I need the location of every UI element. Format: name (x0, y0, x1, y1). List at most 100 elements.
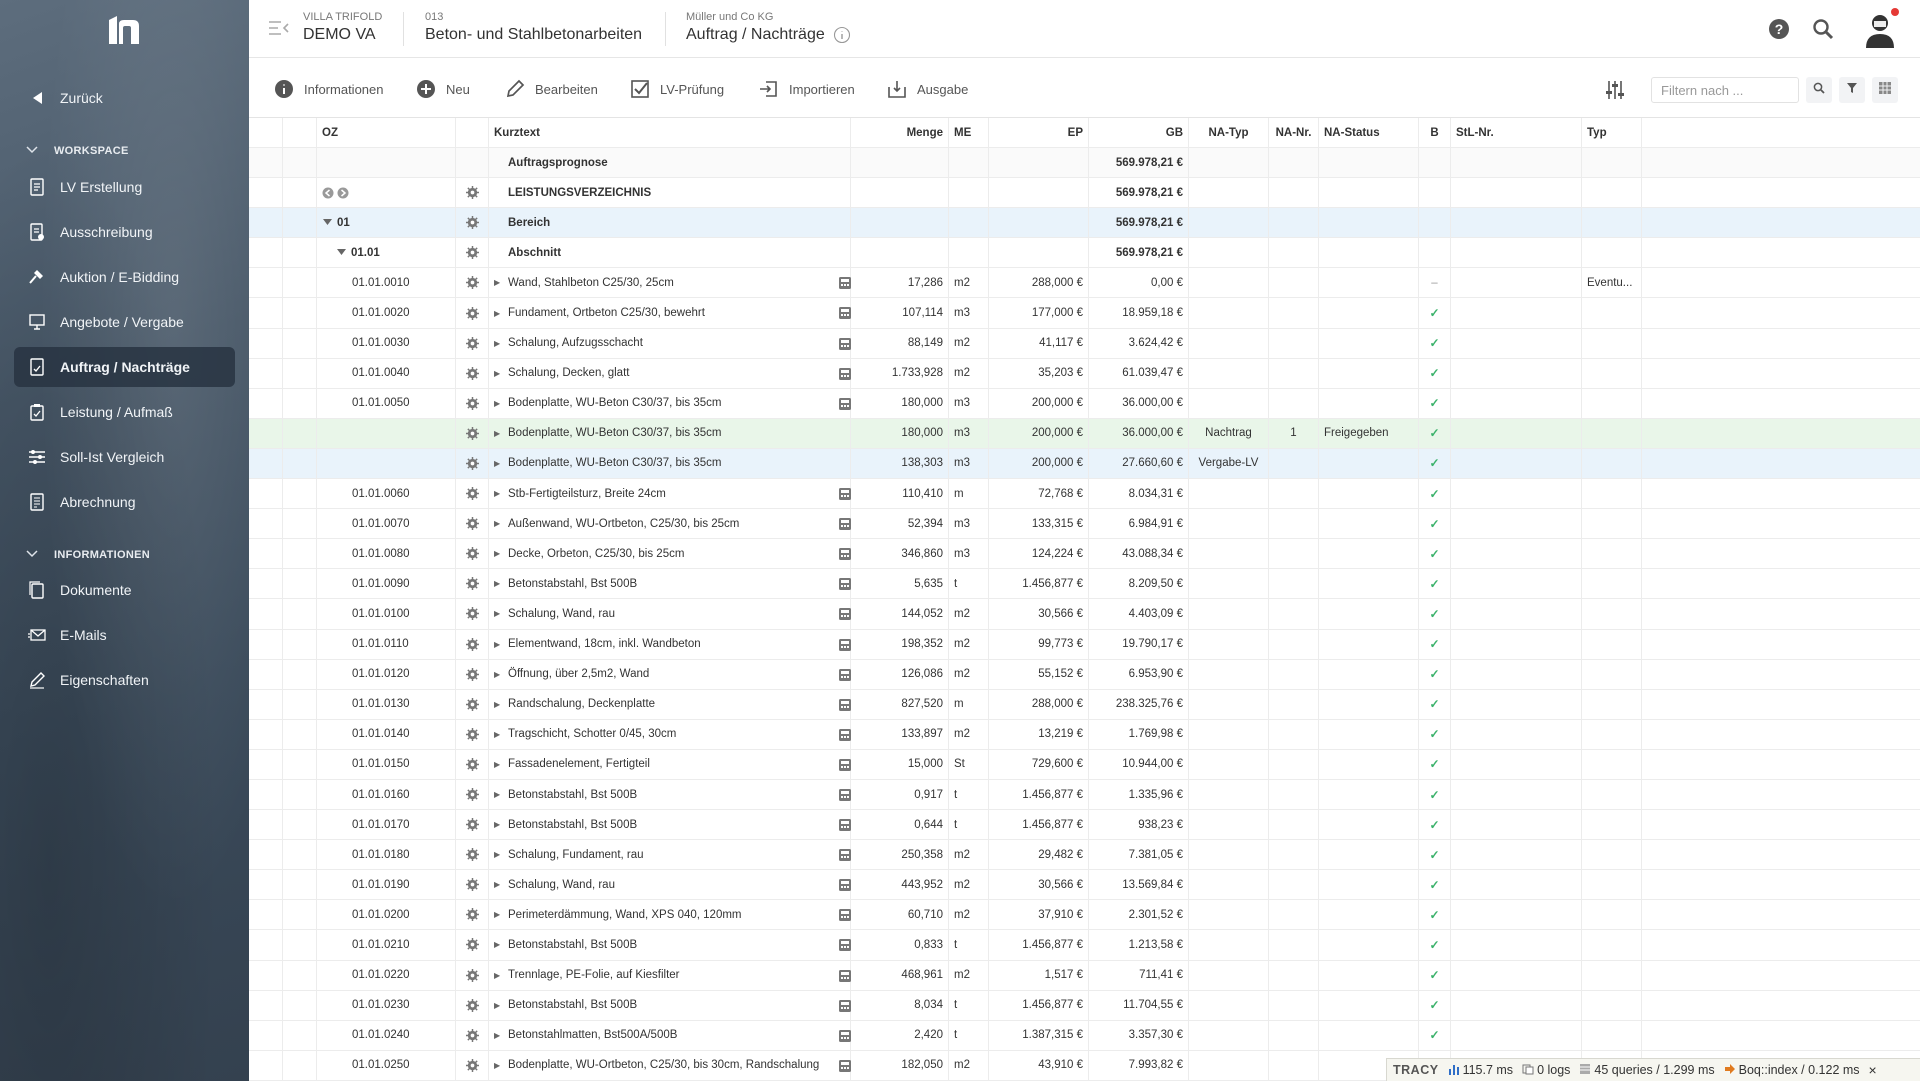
kurztext-cell[interactable]: ▶ Betonstabstahl, Bst 500B (489, 569, 851, 599)
oz-cell[interactable]: 01 (317, 208, 456, 238)
ep-cell[interactable]: 133,315 € (989, 509, 1089, 539)
natyp-cell[interactable] (1189, 1020, 1269, 1050)
calculator-icon[interactable] (838, 367, 852, 384)
row-actions-cell[interactable] (456, 328, 489, 358)
oz-cell[interactable]: 01.01.0020 (317, 298, 456, 328)
row-expand-cell[interactable] (283, 479, 317, 509)
gb-cell[interactable]: 711,41 € (1089, 960, 1189, 990)
header-oz[interactable]: OZ (317, 118, 456, 147)
table-row[interactable]: 01.01.0110 ▶ Elementwand, 18cm, inkl. Wand… (249, 629, 1920, 660)
table-row[interactable]: 01.01.0070 ▶ Außenwand, WU-Ortbeton, C25/3… (249, 509, 1920, 540)
expand-row-icon[interactable]: ▶ (494, 880, 502, 889)
oz-cell[interactable]: 01.01.0060 (317, 479, 456, 509)
nanr-cell[interactable] (1269, 960, 1319, 990)
row-expand-cell[interactable] (283, 930, 317, 960)
oz-cell[interactable]: 01.01.0210 (317, 930, 456, 960)
sidebar-item-eigenschaften[interactable]: Eigenschaften (14, 660, 235, 700)
stlnr-cell[interactable] (1451, 689, 1582, 719)
row-actions-cell[interactable] (456, 178, 489, 208)
ep-cell[interactable]: 1.456,877 € (989, 569, 1089, 599)
expand-row-icon[interactable]: ▶ (494, 369, 502, 378)
typ-cell[interactable] (1582, 358, 1642, 388)
me-cell[interactable] (949, 208, 989, 238)
kurztext-cell[interactable]: ▶ Tragschicht, Schotter 0/45, 30cm (489, 719, 851, 749)
gb-cell[interactable]: 11.704,55 € (1089, 990, 1189, 1020)
tracy-logs[interactable]: 0 logs (1522, 1063, 1570, 1078)
table-row-vergabe[interactable]: ▶ Bodenplatte, WU-Beton C30/37, bis 35cm 1… (249, 448, 1920, 480)
me-cell[interactable]: m2 (949, 629, 989, 659)
stlnr-cell[interactable] (1451, 900, 1582, 930)
informationen-button[interactable]: Informationen (273, 78, 384, 100)
b-cell[interactable]: ✓ (1419, 990, 1451, 1020)
row-actions-cell[interactable] (456, 388, 489, 418)
gb-cell[interactable]: 19.790,17 € (1089, 629, 1189, 659)
kurztext-cell[interactable]: ▶ Bodenplatte, WU-Beton C30/37, bis 35cm (489, 448, 851, 479)
nanr-cell[interactable] (1269, 990, 1319, 1020)
row-expand-cell[interactable] (283, 689, 317, 719)
nastatus-cell[interactable] (1319, 719, 1419, 749)
ep-cell[interactable]: 30,566 € (989, 870, 1089, 900)
row-expand-cell[interactable] (283, 960, 317, 990)
typ-cell[interactable] (1582, 479, 1642, 509)
typ-cell[interactable] (1582, 689, 1642, 719)
header-expand[interactable] (283, 118, 317, 147)
menge-cell[interactable]: 52,394 (851, 509, 949, 539)
row-expand-cell[interactable] (283, 629, 317, 659)
gb-cell[interactable]: 7.993,82 € (1089, 1050, 1189, 1080)
nanr-cell[interactable] (1269, 238, 1319, 268)
calculator-icon[interactable] (838, 848, 852, 865)
nanr-cell[interactable]: 1 (1269, 418, 1319, 448)
nanr-cell[interactable] (1269, 1020, 1319, 1050)
b-cell[interactable]: ✓ (1419, 719, 1451, 749)
natyp-cell[interactable] (1189, 298, 1269, 328)
table-row-sum[interactable]: Auftragsprognose 569.978,21 € (249, 148, 1920, 179)
row-expand-cell[interactable] (283, 870, 317, 900)
ep-cell[interactable]: 729,600 € (989, 749, 1089, 779)
b-cell[interactable]: ✓ (1419, 328, 1451, 358)
menge-cell[interactable] (851, 148, 949, 178)
nanr-cell[interactable] (1269, 208, 1319, 238)
ep-cell[interactable]: 37,910 € (989, 900, 1089, 930)
header-stlnr[interactable]: StL-Nr. (1451, 118, 1582, 147)
gear-icon[interactable] (465, 366, 479, 380)
typ-cell[interactable] (1582, 569, 1642, 599)
expand-row-icon[interactable]: ▶ (494, 700, 502, 709)
me-cell[interactable]: St (949, 749, 989, 779)
ep-cell[interactable]: 99,773 € (989, 629, 1089, 659)
expand-row-icon[interactable]: ▶ (494, 519, 502, 528)
gear-icon[interactable] (465, 607, 479, 621)
menge-cell[interactable]: 0,644 (851, 810, 949, 840)
typ-cell[interactable] (1582, 599, 1642, 629)
expand-row-icon[interactable]: ▶ (494, 1061, 502, 1070)
row-expand-cell[interactable] (283, 509, 317, 539)
natyp-cell[interactable] (1189, 719, 1269, 749)
gear-icon[interactable] (465, 547, 479, 561)
natyp-cell[interactable]: Vergabe-LV (1189, 448, 1269, 479)
stlnr-cell[interactable] (1451, 629, 1582, 659)
row-select-cell[interactable] (249, 418, 283, 448)
oz-cell[interactable] (317, 418, 456, 448)
ep-cell[interactable]: 1,517 € (989, 960, 1089, 990)
nastatus-cell[interactable] (1319, 840, 1419, 870)
header-nanr[interactable]: NA-Nr. (1269, 118, 1319, 147)
row-expand-cell[interactable] (283, 659, 317, 689)
kurztext-cell[interactable]: ▶ Betonstabstahl, Bst 500B (489, 779, 851, 810)
oz-cell[interactable]: 01.01.0100 (317, 599, 456, 629)
gear-icon[interactable] (465, 577, 479, 591)
ep-cell[interactable]: 1.387,315 € (989, 1020, 1089, 1050)
row-select-cell[interactable] (249, 810, 283, 840)
row-select-cell[interactable] (249, 659, 283, 689)
nastatus-cell[interactable] (1319, 900, 1419, 930)
ep-cell[interactable]: 72,768 € (989, 479, 1089, 509)
ep-cell[interactable]: 55,152 € (989, 659, 1089, 689)
sidebar-item-leistung[interactable]: Leistung / Aufmaß (14, 392, 235, 432)
menge-cell[interactable]: 443,952 (851, 870, 949, 900)
menge-cell[interactable]: 8,034 (851, 990, 949, 1020)
gear-icon[interactable] (465, 968, 479, 982)
back-button[interactable]: Zurück (14, 78, 235, 118)
natyp-cell[interactable] (1189, 1050, 1269, 1080)
breadcrumb-lv[interactable]: 013 Beton- und Stahlbetonarbeiten (425, 11, 642, 44)
expand-row-icon[interactable]: ▶ (494, 1001, 502, 1010)
row-select-cell[interactable] (249, 388, 283, 418)
nastatus-cell[interactable] (1319, 659, 1419, 689)
